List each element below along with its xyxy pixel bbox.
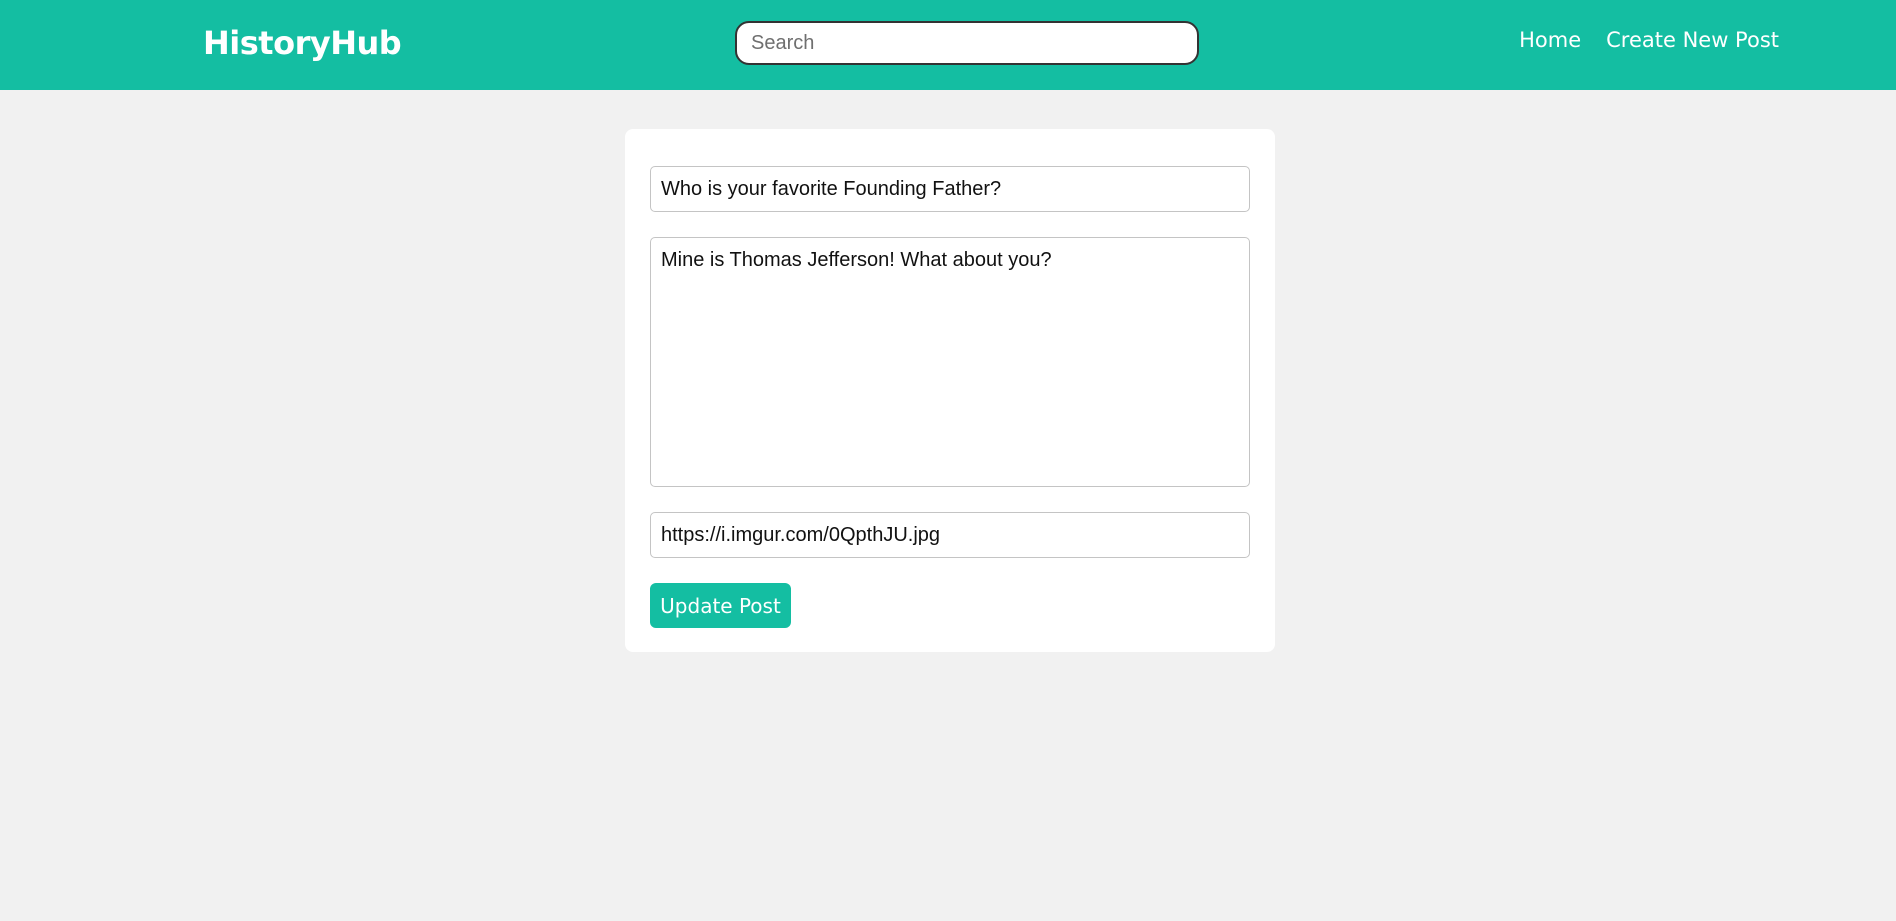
image-url-input[interactable] — [650, 512, 1250, 558]
nav-links: Home Create New Post — [1519, 28, 1779, 52]
nav-link-home[interactable]: Home — [1519, 28, 1581, 52]
brand-logo[interactable]: HistoryHub — [203, 24, 402, 62]
nav-link-create-new-post[interactable]: Create New Post — [1606, 28, 1779, 52]
post-title-input[interactable] — [650, 166, 1250, 212]
navbar: HistoryHub Home Create New Post — [0, 0, 1896, 90]
update-post-button[interactable]: Update Post — [650, 583, 791, 628]
post-body-textarea[interactable] — [650, 237, 1250, 487]
search-input[interactable] — [735, 21, 1199, 65]
edit-post-card: Update Post — [625, 129, 1275, 652]
